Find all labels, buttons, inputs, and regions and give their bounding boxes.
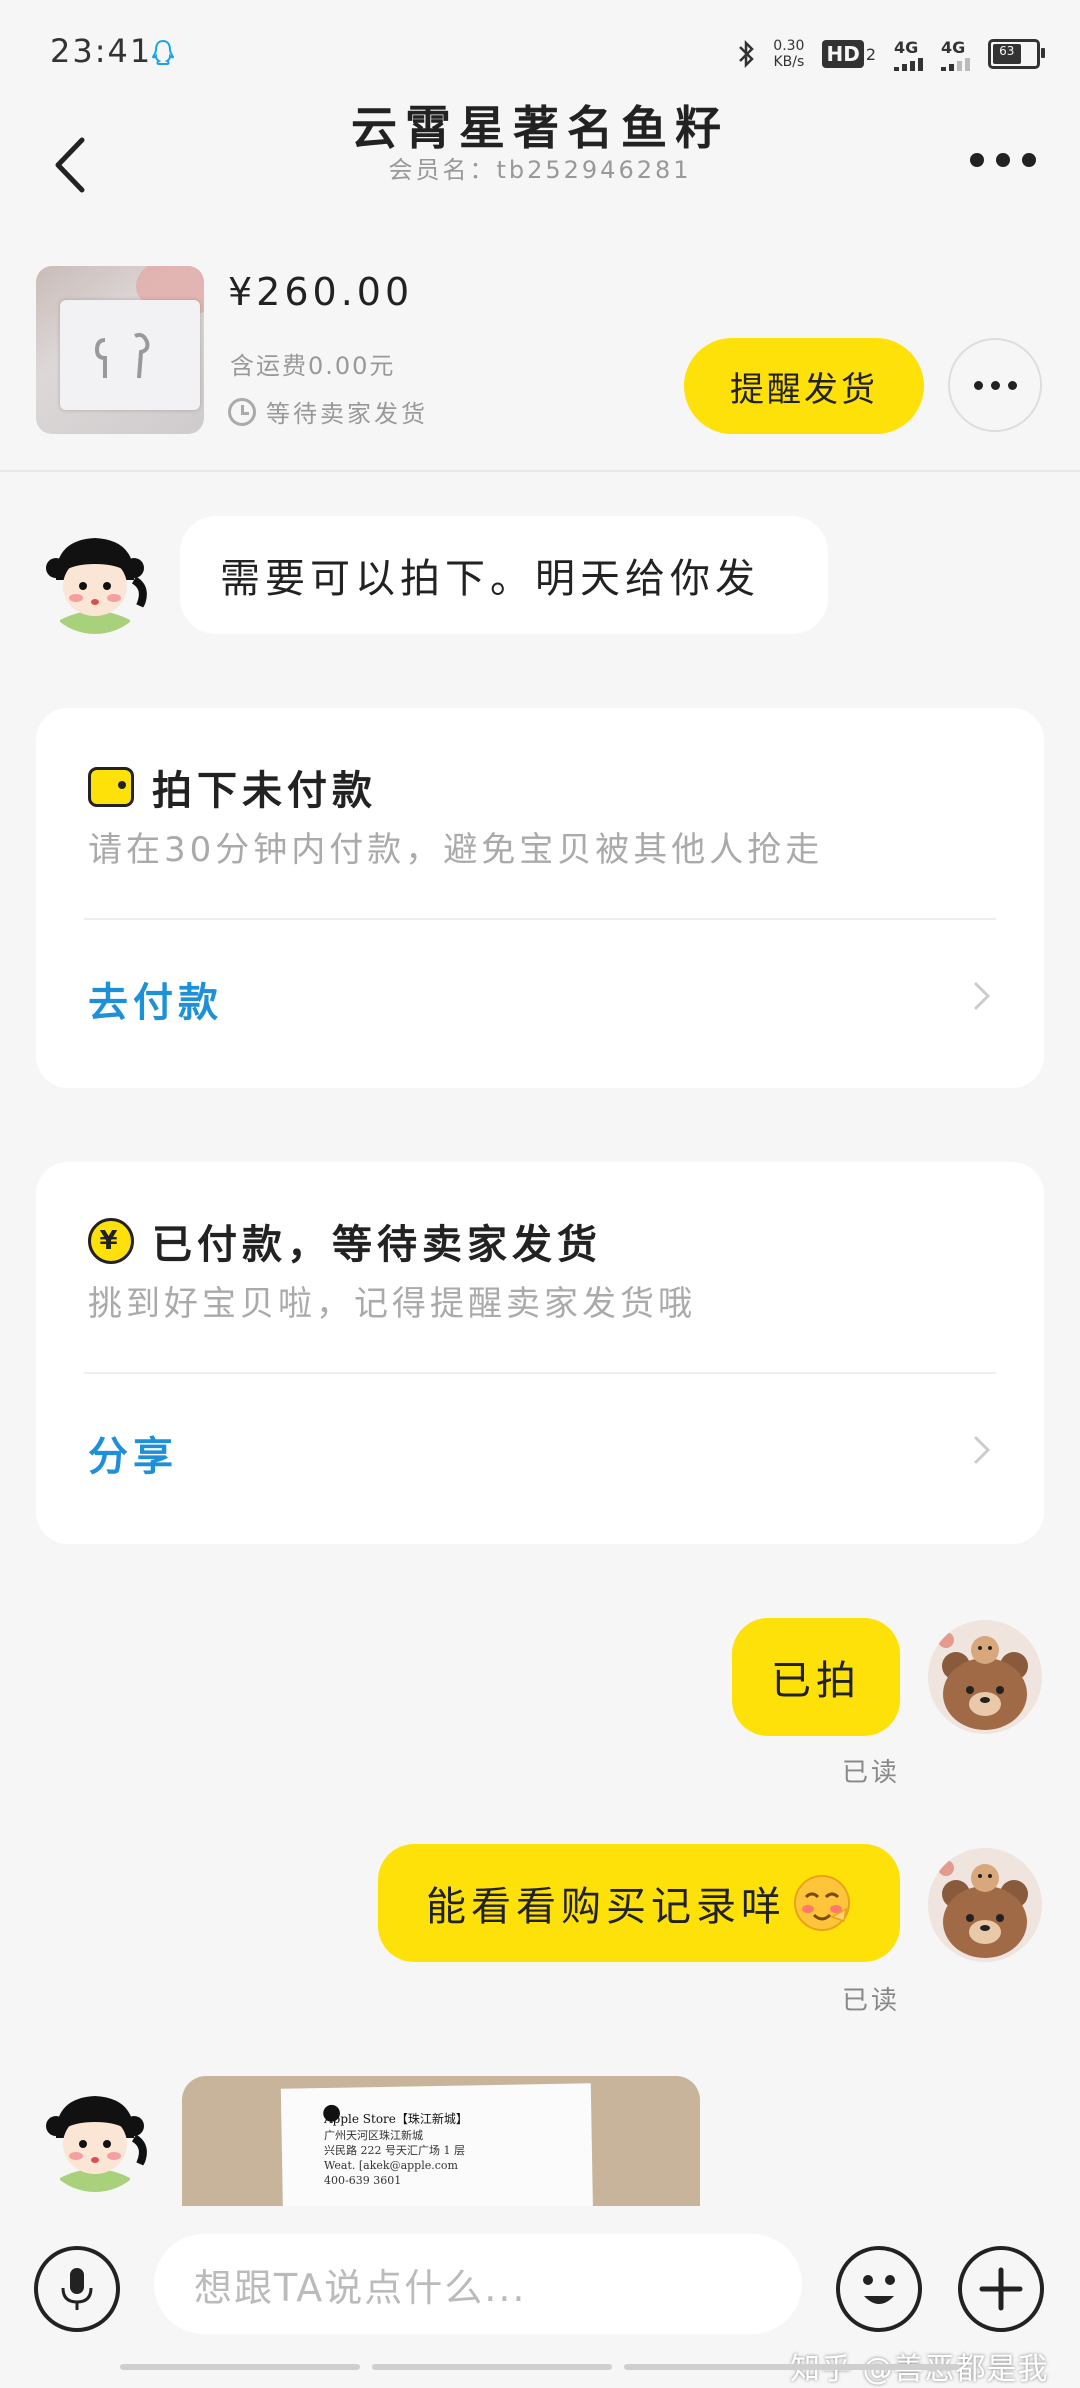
yen-icon: ¥ [88,1218,134,1264]
bluetooth-icon [739,39,755,69]
status-time: 23:41 [50,32,153,70]
signal-2-label: 4G [941,37,966,57]
blushing-emoji-icon [794,1875,850,1931]
net-speed-unit: KB/s [773,54,805,70]
hd-badge: HD [822,40,864,68]
battery-icon: 63 [988,39,1045,69]
my-message-bubble[interactable]: 已拍 [732,1618,900,1736]
battery-level: 63 [993,44,1021,64]
paid-card-description: 挑到好宝贝啦，记得提醒卖家发货哦 [88,1284,696,1324]
chat-title: 云霄星著名鱼籽 [351,101,729,155]
bear-avatar-image [938,1632,1028,1730]
card-divider [84,918,996,920]
net-speed: 0.30 KB/s [773,38,804,70]
girl-avatar-image [46,538,147,634]
receipt-lines: 广州天河区珠江新城 兴民路 222 号天汇广场 1 层 Weat. [akek@… [324,2129,465,2187]
unpaid-order-card: 拍下未付款 请在30分钟内付款，避免宝贝被其他人抢走 去付款 [36,708,1044,1088]
message-input[interactable]: 想跟TA说点什么... [154,2234,802,2334]
paid-order-card: ¥ 已付款，等待卖家发货 挑到好宝贝啦，记得提醒卖家发货哦 分享 [36,1162,1044,1544]
signal-bars-icon [894,57,923,71]
emoji-button[interactable] [836,2246,922,2332]
signal-bars-icon [941,57,970,71]
add-attachment-button[interactable] [958,2246,1044,2332]
status-icons: 0.30 KB/s HD 2 4G 4G 63 [737,32,1045,76]
smiley-icon [863,2275,895,2304]
bear-avatar-image [938,1860,1028,1958]
nav-indicator [372,2364,612,2370]
signal-2: 4G [941,38,970,71]
paid-card-header: ¥ 已付款，等待卖家发货 [88,1212,602,1270]
qq-icon [151,39,175,65]
girl-avatar-image [46,2096,147,2192]
remind-ship-button[interactable]: 提醒发货 [684,338,924,434]
dot-icon [990,380,1000,390]
my-message-bubble-2[interactable]: 能看看购买记录咩 [378,1844,900,1962]
paid-card-title: 已付款，等待卖家发货 [152,1222,602,1268]
nav-indicator [120,2364,360,2370]
sim-number: 2 [865,44,876,64]
earbuds-image [94,332,150,379]
clock-icon [228,397,256,426]
card-divider [84,1372,996,1374]
receipt-store: Apple Store【珠江新城】 [324,2112,468,2126]
product-more-button[interactable] [948,338,1042,432]
signal-1: 4G [894,38,923,71]
receipt-image-message[interactable]: ● Apple Store【珠江新城】 广州天河区珠江新城 兴民路 222 号天… [182,2076,700,2208]
status-bar: 23:41 0.30 KB/s HD 2 4G 4G 63 [0,0,1080,100]
share-link[interactable]: 分享 [88,1424,178,1482]
product-price: ¥260.00 [228,270,414,314]
member-name: 会员名：tb252946281 [388,156,692,184]
order-status-text: 等待卖家发货 [266,400,428,428]
nav-indicator [624,2364,960,2370]
read-receipt-2: 已读 [842,1986,901,2016]
dot-icon [1007,380,1017,390]
my-avatar[interactable] [928,1848,1042,1962]
unpaid-card-header: 拍下未付款 [88,758,377,816]
my-message-2-text: 能看看购买记录咩 [426,1884,786,1930]
go-pay-link[interactable]: 去付款 [88,970,223,1028]
shipping-fee: 含运费0.00元 [230,352,396,380]
product-thumbnail[interactable] [36,266,204,434]
hd-indicator: HD 2 [822,40,876,68]
seller-avatar[interactable] [38,520,152,634]
net-speed-value: 0.30 [773,38,805,54]
chevron-right-icon[interactable] [970,1430,996,1470]
voice-input-button[interactable] [34,2246,120,2332]
seller-avatar[interactable] [38,2078,152,2192]
dot-icon [973,380,983,390]
read-receipt: 已读 [842,1758,901,1788]
my-avatar[interactable] [928,1620,1042,1734]
plus-icon [979,2267,1023,2311]
microphone-icon [61,2268,93,2310]
chevron-right-icon[interactable] [970,976,996,1016]
unpaid-card-description: 请在30分钟内付款，避免宝贝被其他人抢走 [88,830,824,870]
unpaid-card-title: 拍下未付款 [152,768,377,814]
more-menu-icon[interactable] [970,150,1036,170]
signal-1-label: 4G [894,37,919,57]
seller-message-bubble[interactable]: 需要可以拍下。明天给你发 [180,516,828,634]
wallet-icon [88,767,134,807]
order-status: 等待卖家发货 [228,394,428,429]
